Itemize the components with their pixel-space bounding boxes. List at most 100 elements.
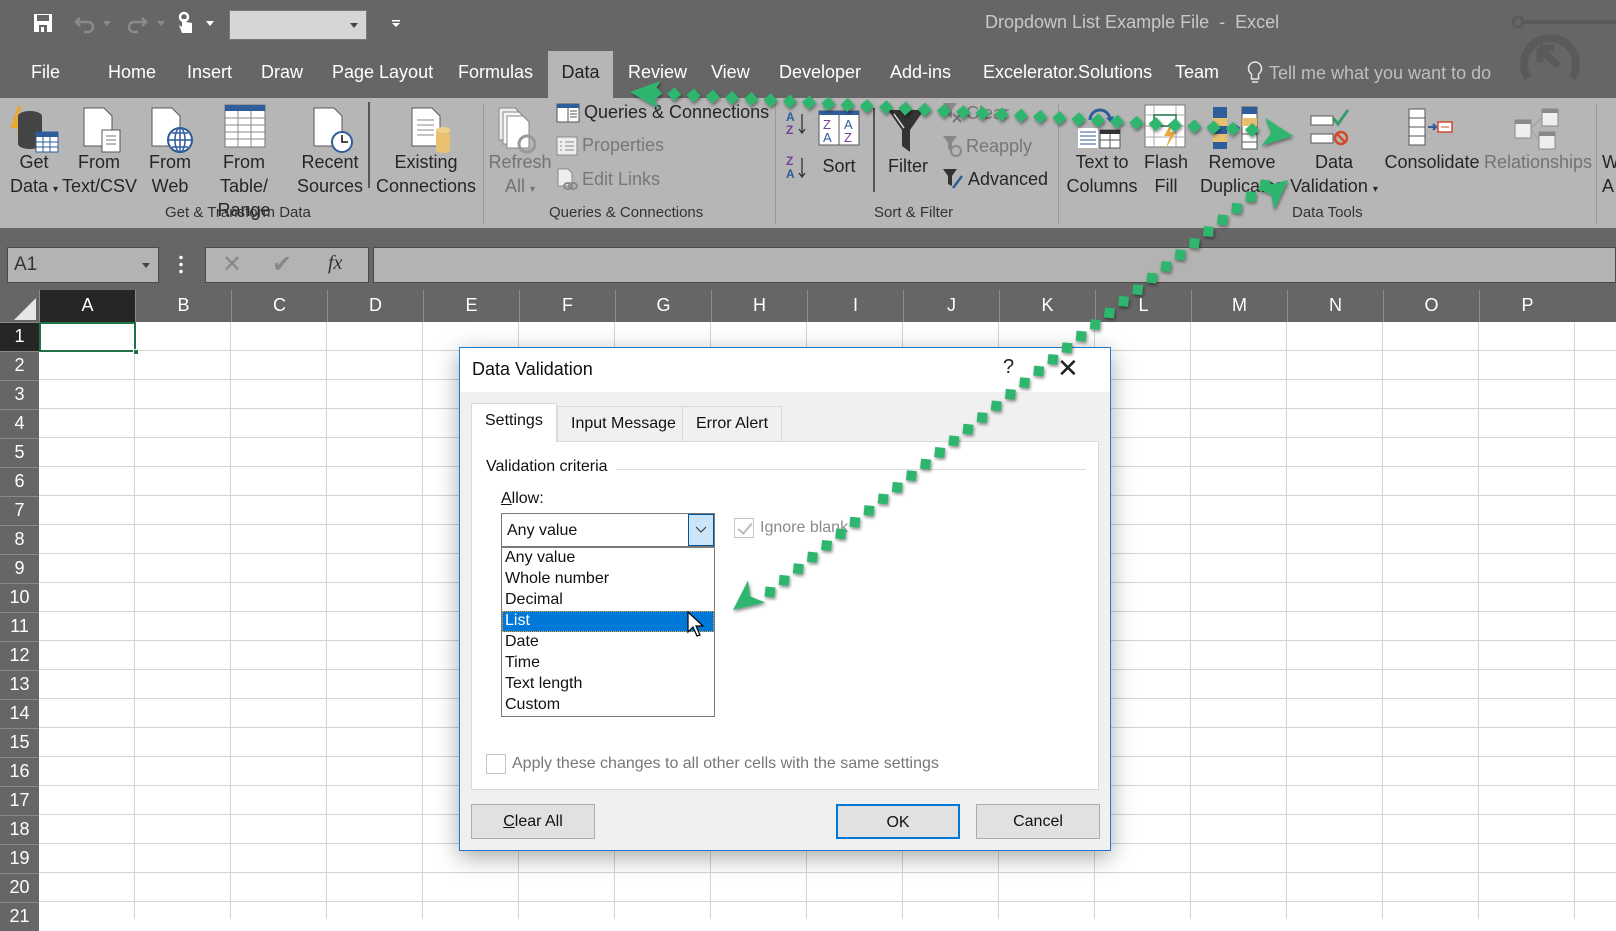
insert-function-icon[interactable]: fx <box>328 252 342 275</box>
relationships-button[interactable]: Relationships <box>1484 150 1592 174</box>
undo-icon[interactable] <box>74 12 98 39</box>
tell-me-search[interactable]: Tell me what you want to do <box>1247 60 1491 86</box>
refresh-all-button[interactable]: Refresh All ▾ <box>487 150 553 202</box>
flash-fill-button[interactable]: Flash Fill <box>1140 150 1192 198</box>
ok-button[interactable]: OK <box>836 804 960 839</box>
column-header-l[interactable]: L <box>1095 290 1191 322</box>
row-header-7[interactable]: 7 <box>0 496 39 525</box>
column-header-h[interactable]: H <box>711 290 807 322</box>
tab-input-message[interactable]: Input Message <box>557 406 690 441</box>
help-icon[interactable]: ? <box>1003 356 1014 379</box>
tab-add-ins[interactable]: Add-ins <box>890 62 951 83</box>
data-validation-button[interactable]: Data Validation ▾ <box>1284 150 1384 202</box>
customize-qat-icon[interactable] <box>391 16 401 34</box>
chevron-down-icon[interactable] <box>142 263 150 268</box>
tab-settings[interactable]: Settings <box>471 403 557 442</box>
row-header-16[interactable]: 16 <box>0 757 39 786</box>
allow-select[interactable]: Any value <box>501 513 715 547</box>
consolidate-button[interactable]: Consolidate <box>1384 150 1480 174</box>
row-header-11[interactable]: 11 <box>0 612 39 641</box>
queries-connections-button[interactable]: Queries & Connections <box>556 102 769 123</box>
column-header-g[interactable]: G <box>615 290 711 322</box>
tab-excelerator-solutions[interactable]: Excelerator.Solutions <box>983 62 1152 83</box>
name-box[interactable]: A1 <box>7 247 159 283</box>
reapply-button[interactable]: Reapply <box>942 135 1032 157</box>
redo-dropdown-icon[interactable] <box>157 21 165 26</box>
chevron-down-icon[interactable] <box>688 514 714 546</box>
from-text-csv-button[interactable]: From Text/CSV <box>62 150 137 198</box>
allow-option[interactable]: List <box>502 611 714 632</box>
column-header-i[interactable]: I <box>807 290 903 322</box>
apply-all-checkbox[interactable]: Apply these changes to all other cells w… <box>486 754 939 774</box>
row-header-9[interactable]: 9 <box>0 554 39 583</box>
row-header-19[interactable]: 19 <box>0 844 39 873</box>
undo-dropdown-icon[interactable] <box>103 21 111 26</box>
sort-button[interactable]: Sort <box>814 154 864 178</box>
row-header-17[interactable]: 17 <box>0 786 39 815</box>
checkbox-icon[interactable] <box>734 518 754 538</box>
remove-duplicates-button[interactable]: Remove Duplicates <box>1196 150 1288 198</box>
column-header-o[interactable]: O <box>1383 290 1479 322</box>
save-icon[interactable] <box>32 12 54 39</box>
from-web-button[interactable]: From Web <box>140 150 200 198</box>
column-header-d[interactable]: D <box>327 290 423 322</box>
fill-handle[interactable] <box>133 349 139 355</box>
touch-mode-dropdown-icon[interactable] <box>206 21 214 26</box>
cancel-icon[interactable]: ✕ <box>222 250 242 279</box>
formula-input[interactable] <box>373 247 1616 283</box>
filter-button[interactable]: Filter <box>882 154 934 178</box>
column-header-a[interactable]: A <box>39 290 135 322</box>
allow-option[interactable]: Text length <box>502 674 714 695</box>
allow-option[interactable]: Decimal <box>502 590 714 611</box>
column-header-b[interactable]: B <box>135 290 231 322</box>
column-header-j[interactable]: J <box>903 290 999 322</box>
row-header-6[interactable]: 6 <box>0 467 39 496</box>
tab-data[interactable]: Data <box>548 51 613 98</box>
tab-view[interactable]: View <box>711 62 750 83</box>
redo-icon[interactable] <box>124 12 148 39</box>
row-header-13[interactable]: 13 <box>0 670 39 699</box>
row-header-8[interactable]: 8 <box>0 525 39 554</box>
allow-option[interactable]: Whole number <box>502 569 714 590</box>
tab-insert[interactable]: Insert <box>187 62 232 83</box>
tab-home[interactable]: Home <box>108 62 156 83</box>
formula-bar-grip-icon[interactable] <box>179 254 183 274</box>
row-header-12[interactable]: 12 <box>0 641 39 670</box>
row-header-1[interactable]: 1 <box>0 322 39 351</box>
checkbox-icon[interactable] <box>486 754 506 774</box>
touch-mode-icon[interactable] <box>176 11 196 40</box>
active-cell[interactable] <box>39 322 139 355</box>
row-header-18[interactable]: 18 <box>0 815 39 844</box>
ignore-blank-checkbox[interactable]: Ignore blank <box>734 518 848 538</box>
get-data-button[interactable]: Get Data ▾ <box>8 150 60 202</box>
tab-file[interactable]: File <box>31 62 60 83</box>
column-header-n[interactable]: N <box>1287 290 1383 322</box>
advanced-filter-button[interactable]: Advanced <box>942 168 1048 190</box>
what-if-analysis-button[interactable]: W A <box>1602 150 1616 198</box>
column-header-m[interactable]: M <box>1191 290 1287 322</box>
edit-links-button[interactable]: Edit Links <box>556 168 660 190</box>
allow-option[interactable]: Time <box>502 653 714 674</box>
column-header-p[interactable]: P <box>1479 290 1575 322</box>
row-header-2[interactable]: 2 <box>0 351 39 380</box>
row-header-14[interactable]: 14 <box>0 699 39 728</box>
qat-combo-box[interactable] <box>229 10 367 40</box>
row-header-15[interactable]: 15 <box>0 728 39 757</box>
tab-page-layout[interactable]: Page Layout <box>332 62 433 83</box>
row-header-20[interactable]: 20 <box>0 873 39 902</box>
recent-sources-button[interactable]: Recent Sources <box>294 150 366 198</box>
enter-icon[interactable]: ✔ <box>272 250 292 279</box>
tab-review[interactable]: Review <box>628 62 687 83</box>
row-header-3[interactable]: 3 <box>0 380 39 409</box>
row-header-21[interactable]: 21 <box>0 902 39 931</box>
select-all-icon[interactable] <box>14 298 36 320</box>
row-header-5[interactable]: 5 <box>0 438 39 467</box>
tab-team[interactable]: Team <box>1175 62 1219 83</box>
column-header-f[interactable]: F <box>519 290 615 322</box>
allow-option[interactable]: Date <box>502 632 714 653</box>
clear-filter-button[interactable]: Clear <box>942 102 1009 124</box>
properties-button[interactable]: Properties <box>556 135 664 156</box>
sort-a-to-z-icon[interactable]: AZ <box>786 110 808 141</box>
column-header-c[interactable]: C <box>231 290 327 322</box>
allow-option[interactable]: Custom <box>502 695 714 716</box>
